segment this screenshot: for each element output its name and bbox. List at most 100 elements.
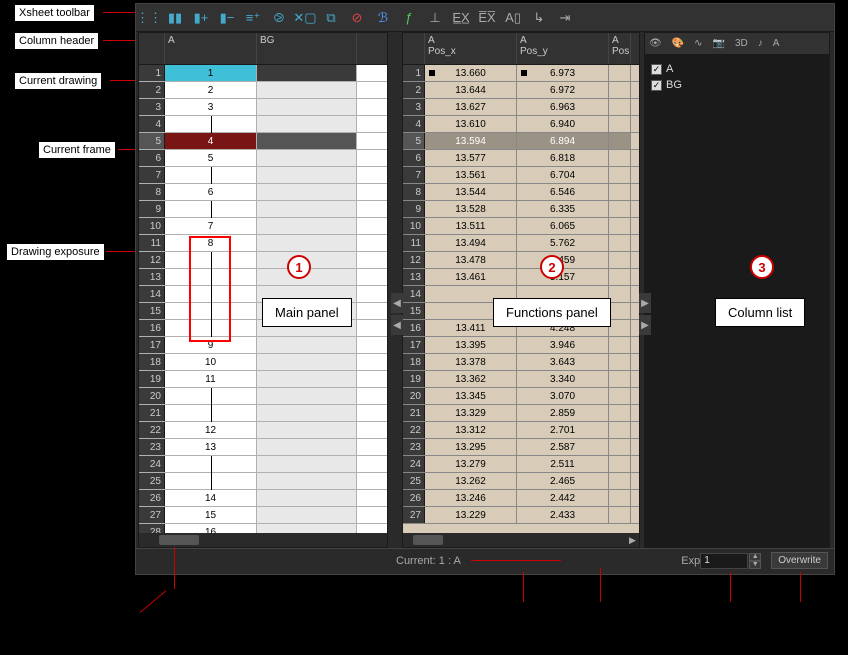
table-row[interactable]: 22 [139,82,387,99]
cell[interactable] [257,184,357,200]
chevron-left-icon[interactable]: ◀ [391,293,403,313]
table-row[interactable]: 25 [139,473,387,490]
table-row[interactable]: 11 [139,65,387,82]
cell[interactable]: 13.262 [425,473,517,489]
table-row[interactable]: 513.5946.894 [403,133,639,150]
frame-number[interactable]: 3 [139,99,165,115]
frame-number[interactable]: 21 [139,405,165,421]
table-row[interactable]: 2513.2622.465 [403,473,639,490]
cell[interactable]: 2.511 [517,456,609,472]
table-row[interactable]: 179 [139,337,387,354]
table-row[interactable]: 413.6106.940 [403,116,639,133]
table-row[interactable]: 2212 [139,422,387,439]
table-row[interactable]: 613.5776.818 [403,150,639,167]
cell[interactable] [609,337,631,353]
table-row[interactable]: 21 [139,405,387,422]
cell[interactable] [257,218,357,234]
cell[interactable] [257,405,357,421]
frame-number[interactable]: 20 [139,388,165,404]
cell[interactable]: 6.704 [517,167,609,183]
table-row[interactable]: 813.5446.546 [403,184,639,201]
cell[interactable]: 6 [165,184,257,200]
cell[interactable] [609,473,631,489]
cell[interactable]: 3.643 [517,354,609,370]
cell[interactable]: 16 [165,524,257,533]
cell[interactable]: 13.561 [425,167,517,183]
cell[interactable] [257,524,357,533]
cell[interactable] [165,473,257,489]
frame-number[interactable]: 7 [403,167,425,183]
table-row[interactable]: 2613.2462.442 [403,490,639,507]
frame-number[interactable]: 10 [403,218,425,234]
scanner-icon[interactable]: ⧁ [270,9,288,27]
table-row[interactable]: 313.6276.963 [403,99,639,116]
toolbar-icon[interactable]: A▯ [504,9,522,27]
cell[interactable]: 1 [165,65,257,81]
table-row[interactable]: 1013.5116.065 [403,218,639,235]
table-row[interactable]: 2113.3292.859 [403,405,639,422]
frame-number[interactable]: 12 [403,252,425,268]
cell[interactable] [165,167,257,183]
cell[interactable]: 5.762 [517,235,609,251]
cell[interactable]: 10 [165,354,257,370]
frame-number[interactable]: 18 [403,354,425,370]
toolbar-icon[interactable]: ⇥ [556,9,574,27]
toolbar-icon[interactable]: ↳ [530,9,548,27]
table-row[interactable]: 65 [139,150,387,167]
toolbar-icon[interactable]: E̅X̅ [478,9,496,27]
cell[interactable]: 13.229 [425,507,517,523]
table-row[interactable]: 33 [139,99,387,116]
cell[interactable] [257,167,357,183]
tab-wave-icon[interactable]: ∿ [694,38,702,49]
cell[interactable]: 5 [165,150,257,166]
cell[interactable] [257,150,357,166]
frame-number[interactable]: 19 [139,371,165,387]
cell[interactable]: 14 [165,490,257,506]
tab-palette-icon[interactable]: 🎨 [672,38,684,49]
table-row[interactable]: 213.6446.972 [403,82,639,99]
cell[interactable]: 6.973 [517,65,609,81]
cell[interactable]: 3.340 [517,371,609,387]
cell[interactable]: 3.946 [517,337,609,353]
frame-number[interactable]: 9 [139,201,165,217]
frame-number[interactable]: 4 [139,116,165,132]
table-row[interactable]: 1813.3783.643 [403,354,639,371]
cell[interactable]: 13.660 [425,65,517,81]
cell[interactable] [609,286,631,302]
cell[interactable]: 13.378 [425,354,517,370]
func-col-header[interactable]: APos [609,33,631,64]
frame-number[interactable]: 8 [403,184,425,200]
toolbar-icon[interactable]: ƒ [400,9,418,27]
frame-number[interactable]: 7 [139,167,165,183]
cell[interactable] [609,354,631,370]
table-row[interactable]: 2013.3453.070 [403,388,639,405]
table-row[interactable]: 107 [139,218,387,235]
frame-number[interactable]: 15 [139,303,165,319]
cell[interactable]: 2.859 [517,405,609,421]
frame-number[interactable]: 9 [403,201,425,217]
cell[interactable] [257,490,357,506]
table-row[interactable]: 1213.4785.459 [403,252,639,269]
cell[interactable] [257,507,357,523]
h-scrollbar[interactable]: ▶ [403,533,639,547]
cell[interactable]: 13.494 [425,235,517,251]
frame-number[interactable]: 10 [139,218,165,234]
cell[interactable] [257,456,357,472]
cell[interactable] [609,218,631,234]
checkbox[interactable]: ✓ [651,80,662,91]
overwrite-button[interactable]: Overwrite [771,552,828,569]
cell[interactable] [609,201,631,217]
cell[interactable] [257,354,357,370]
cell[interactable]: 4 [165,133,257,149]
toolbar-icon[interactable]: ▮+ [192,9,210,27]
cell[interactable] [609,303,631,319]
table-row[interactable]: 9 [139,201,387,218]
list-item[interactable]: ✓BG [651,77,823,93]
table-row[interactable]: 2313.2952.587 [403,439,639,456]
chevron-left-icon[interactable]: ◀ [391,315,403,335]
cell[interactable] [257,371,357,387]
table-row[interactable]: 1313.4615.157 [403,269,639,286]
toolbar-icon[interactable]: ≡⁺ [244,9,262,27]
cell[interactable]: 13.544 [425,184,517,200]
cell[interactable] [609,82,631,98]
